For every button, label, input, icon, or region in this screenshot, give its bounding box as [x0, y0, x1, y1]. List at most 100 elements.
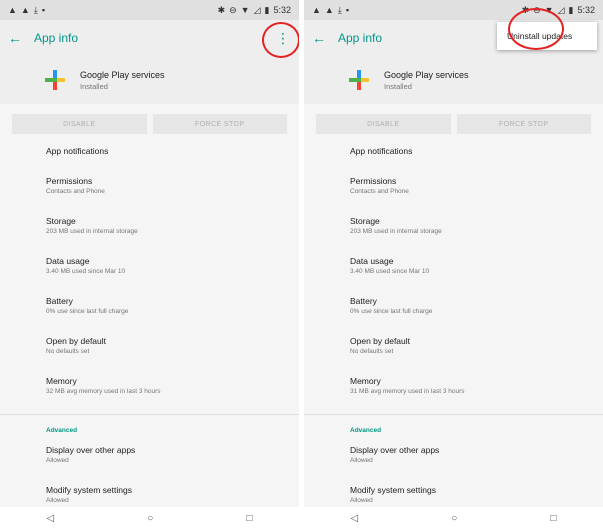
section-header-advanced: Advanced — [46, 427, 78, 434]
setting-title: App notifications — [46, 146, 109, 156]
screen-left: ▲ ▲ ⤓ ▪ ✱ ⊖ ▼ ◿ ▮ 5:32 ← App info ⋮ Goog… — [0, 0, 299, 529]
app-name: Google Play services — [80, 69, 165, 80]
list-item[interactable]: Battery 0% use since last full charge — [46, 294, 299, 334]
list-item[interactable]: Data usage 3.40 MB used since Mar 10 — [46, 254, 299, 294]
setting-subtitle: 0% use since last full charge — [350, 308, 433, 315]
warning-icon: ▲ — [312, 5, 321, 15]
setting-subtitle: No defaults set — [46, 348, 90, 355]
setting-title: Battery — [46, 296, 73, 306]
signal-icon: ◿ — [253, 4, 261, 15]
app-name: Google Play services — [384, 69, 469, 80]
navigation-bar: ◁ ○ □ — [304, 507, 603, 529]
list-item[interactable]: Battery 0% use since last full charge — [350, 294, 603, 334]
circle-home-icon[interactable]: ○ — [147, 513, 153, 524]
setting-title: Storage — [350, 216, 380, 226]
signal-icon: ◿ — [557, 4, 565, 15]
setting-title: Battery — [350, 296, 377, 306]
square-recents-icon[interactable]: □ — [246, 513, 252, 524]
setting-title: Open by default — [46, 336, 107, 346]
app-info-text: Google Play services Installed — [384, 70, 469, 91]
action-buttons: DISABLE FORCE STOP — [304, 104, 603, 134]
image-icon: ▪ — [345, 5, 350, 15]
list-item[interactable]: Permissions Contacts and Phone — [46, 174, 299, 214]
arrow-left-icon[interactable]: ← — [312, 30, 338, 46]
disable-button[interactable]: DISABLE — [12, 114, 147, 134]
list-item[interactable]: Memory 31 MB avg memory used in last 3 h… — [350, 374, 603, 414]
app-bar: ← App info ⋮ — [0, 20, 299, 56]
arrow-left-icon[interactable]: ← — [8, 30, 34, 46]
setting-title: Display over other apps — [350, 445, 440, 455]
battery-icon: ▮ — [568, 4, 574, 15]
list-item[interactable]: Data usage 3.40 MB used since Mar 10 — [350, 254, 603, 294]
app-status: Installed — [80, 81, 108, 91]
setting-subtitle: Allowed — [46, 457, 69, 464]
dnd-icon: ⊖ — [229, 4, 237, 15]
circle-home-icon[interactable]: ○ — [451, 513, 457, 524]
setting-subtitle: No defaults set — [350, 348, 394, 355]
setting-subtitle: 203 MB used in internal storage — [46, 228, 138, 235]
force-stop-button[interactable]: FORCE STOP — [456, 114, 591, 134]
list-item[interactable]: App notifications — [46, 144, 299, 174]
status-time: 5:32 — [577, 5, 595, 15]
warning-icon: ▲ — [8, 5, 17, 15]
page-title: App info — [34, 31, 79, 45]
annotation-circle — [262, 22, 299, 58]
status-bar: ▲ ▲ ⤓ ▪ ✱ ⊖ ▼ ◿ ▮ 5:32 — [0, 0, 299, 20]
settings-list: App notifications Permissions Contacts a… — [0, 134, 299, 414]
setting-title: Storage — [46, 216, 76, 226]
setting-title: Memory — [350, 376, 381, 386]
setting-title: Modify system settings — [46, 485, 132, 495]
status-time: 5:32 — [273, 5, 291, 15]
setting-title: Data usage — [350, 256, 394, 266]
triangle-back-icon[interactable]: ◁ — [47, 513, 55, 524]
status-system: ✱ ⊖ ▼ ◿ ▮ 5:32 — [218, 5, 291, 16]
square-recents-icon[interactable]: □ — [550, 513, 556, 524]
setting-title: Modify system settings — [350, 485, 436, 495]
wifi-icon: ▼ — [240, 5, 250, 15]
app-status: Installed — [384, 81, 412, 91]
app-header: Google Play services Installed — [304, 56, 603, 104]
battery-icon: ▮ — [264, 4, 270, 15]
image-icon: ▪ — [41, 5, 46, 15]
download-icon: ⤓ — [337, 4, 342, 15]
list-item[interactable]: Display over other apps Allowed — [46, 443, 299, 483]
navigation-bar: ◁ ○ □ — [0, 507, 299, 529]
setting-subtitle: 32 MB avg memory used in last 3 hours — [46, 388, 161, 395]
triangle-back-icon[interactable]: ◁ — [351, 513, 359, 524]
list-item[interactable]: Memory 32 MB avg memory used in last 3 h… — [46, 374, 299, 414]
warning-icon: ▲ — [324, 5, 334, 15]
list-item[interactable]: App notifications — [350, 144, 603, 174]
list-item[interactable]: Open by default No defaults set — [46, 334, 299, 374]
setting-subtitle: 3.40 MB used since Mar 10 — [46, 268, 126, 275]
list-item[interactable]: Storage 203 MB used in internal storage — [46, 214, 299, 254]
annotation-circle — [508, 8, 564, 50]
screen-right: ▲ ▲ ⤓ ▪ ✱ ⊖ ▼ ◿ ▮ 5:32 ← App info Google… — [304, 0, 603, 529]
setting-subtitle: 203 MB used in internal storage — [350, 228, 442, 235]
setting-title: Display over other apps — [46, 445, 136, 455]
setting-subtitle: Contacts and Phone — [350, 188, 409, 195]
list-item[interactable]: Permissions Contacts and Phone — [350, 174, 603, 214]
setting-subtitle: Allowed — [46, 497, 69, 504]
list-item[interactable]: Open by default No defaults set — [350, 334, 603, 374]
list-item[interactable]: Display over other apps Allowed — [350, 443, 603, 483]
list-item[interactable]: Storage 203 MB used in internal storage — [350, 214, 603, 254]
app-info-text: Google Play services Installed — [80, 70, 165, 91]
setting-subtitle: Allowed — [350, 457, 373, 464]
setting-title: Memory — [46, 376, 77, 386]
disable-button[interactable]: DISABLE — [316, 114, 451, 134]
setting-title: Permissions — [350, 176, 397, 186]
force-stop-button[interactable]: FORCE STOP — [152, 114, 287, 134]
setting-subtitle: Contacts and Phone — [46, 188, 105, 195]
setting-title: Permissions — [46, 176, 93, 186]
app-header: Google Play services Installed — [0, 56, 299, 104]
download-icon: ⤓ — [33, 4, 38, 15]
settings-list: App notifications Permissions Contacts a… — [304, 134, 603, 414]
setting-title: Data usage — [46, 256, 90, 266]
setting-title: Open by default — [350, 336, 411, 346]
status-notifications: ▲ ▲ ⤓ ▪ — [312, 5, 349, 16]
status-notifications: ▲ ▲ ⤓ ▪ — [8, 5, 45, 16]
setting-subtitle: 3.40 MB used since Mar 10 — [350, 268, 430, 275]
bluetooth-icon: ✱ — [217, 4, 226, 15]
action-buttons: DISABLE FORCE STOP — [0, 104, 299, 134]
setting-title: App notifications — [350, 146, 413, 156]
